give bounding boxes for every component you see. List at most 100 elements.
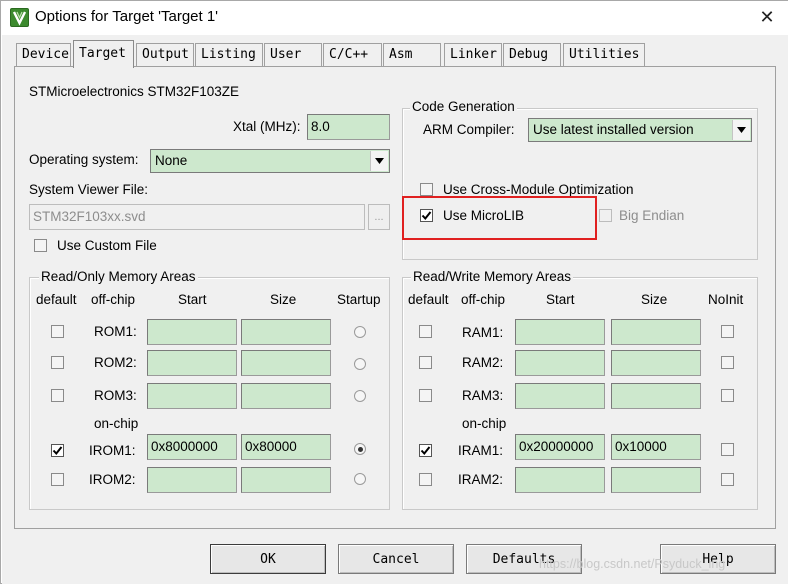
cancel-button[interactable]: Cancel [338, 544, 454, 574]
rom1-default-checkbox[interactable] [51, 325, 64, 338]
ram1-start-input[interactable] [515, 319, 605, 345]
ram2-label: RAM2: [462, 355, 504, 370]
ram2-size-input[interactable] [611, 350, 701, 376]
tab-label: User [270, 47, 302, 62]
ram2-default-checkbox[interactable] [419, 356, 432, 369]
tab-label: Output [142, 47, 189, 62]
arm-compiler-select[interactable]: Use latest installed version [528, 118, 752, 142]
rom1-size-input[interactable] [241, 319, 331, 345]
ram3-noinit-checkbox[interactable] [721, 389, 734, 402]
irom1-label: IROM1: [89, 443, 136, 458]
iram1-start-input[interactable]: 0x20000000 [515, 434, 605, 460]
tab-listing[interactable]: Listing [195, 43, 263, 67]
tab-label: Target [79, 46, 126, 61]
rom1-start-input[interactable] [147, 319, 237, 345]
rom3-startup-radio[interactable] [354, 390, 366, 402]
ro-header-startup: Startup [337, 292, 381, 307]
iram1-default-checkbox[interactable] [419, 444, 432, 457]
rw-header-size: Size [641, 292, 668, 307]
chevron-down-icon[interactable] [732, 120, 750, 140]
rom2-size-input[interactable] [241, 350, 331, 376]
tab-label: Utilities [569, 47, 640, 62]
cross-module-label: Use Cross-Module Optimization [443, 182, 634, 197]
iram2-start-input[interactable] [515, 467, 605, 493]
ro-header-default: default [36, 292, 77, 307]
tab-linker[interactable]: Linker [444, 43, 502, 67]
rw-onchip-label: on-chip [462, 416, 507, 431]
cross-module-checkbox[interactable] [420, 183, 433, 196]
use-custom-file-checkbox[interactable] [34, 239, 47, 252]
tab-debug[interactable]: Debug [503, 43, 561, 67]
tab-label: Linker [450, 47, 497, 62]
rom3-default-checkbox[interactable] [51, 389, 64, 402]
svd-browse-button[interactable]: ... [368, 204, 390, 230]
tab-device[interactable]: Device [16, 43, 71, 67]
ram3-size-input[interactable] [611, 383, 701, 409]
rom1-startup-radio[interactable] [354, 326, 366, 338]
ram2-noinit-checkbox[interactable] [721, 356, 734, 369]
ram2-start-input[interactable] [515, 350, 605, 376]
iram1-size-input[interactable]: 0x10000 [611, 434, 701, 460]
window-title: Options for Target 'Target 1' [35, 8, 219, 25]
irom1-size-input[interactable]: 0x80000 [241, 434, 331, 460]
xtal-label: Xtal (MHz): [233, 119, 301, 134]
tab-label: Asm [389, 47, 413, 62]
ram3-start-input[interactable] [515, 383, 605, 409]
radio-selected-dot [357, 446, 363, 452]
keil-uvision-icon [10, 8, 29, 27]
big-endian-checkbox[interactable] [599, 209, 612, 222]
tab-c-cpp[interactable]: C/C++ [323, 43, 382, 67]
tab-output[interactable]: Output [136, 43, 194, 67]
iram2-noinit-checkbox[interactable] [721, 473, 734, 486]
irom2-size-input[interactable] [241, 467, 331, 493]
tab-user[interactable]: User [264, 43, 322, 67]
use-custom-file-label: Use Custom File [57, 238, 157, 253]
close-button[interactable]: ✕ [745, 1, 788, 33]
big-endian-label: Big Endian [619, 208, 685, 223]
tab-asm[interactable]: Asm [383, 43, 441, 67]
ram1-size-input[interactable] [611, 319, 701, 345]
xtal-input[interactable]: 8.0 [307, 114, 390, 140]
rw-header-offchip: off-chip [461, 292, 506, 307]
irom2-startup-radio[interactable] [354, 473, 366, 485]
tab-label: C/C++ [329, 47, 369, 62]
tab-label: Device [22, 47, 69, 62]
irom2-default-checkbox[interactable] [51, 473, 64, 486]
device-name: STMicroelectronics STM32F103ZE [29, 84, 240, 99]
rom2-default-checkbox[interactable] [51, 356, 64, 369]
ram1-noinit-checkbox[interactable] [721, 325, 734, 338]
options-dialog: Options for Target 'Target 1' ✕ Device T… [0, 0, 788, 584]
title-bar[interactable]: Options for Target 'Target 1' ✕ [1, 1, 788, 35]
ok-button[interactable]: OK [210, 544, 326, 574]
rom3-size-input[interactable] [241, 383, 331, 409]
ram3-label: RAM3: [462, 388, 504, 403]
rom3-start-input[interactable] [147, 383, 237, 409]
tab-utilities[interactable]: Utilities [563, 43, 645, 67]
irom1-startup-radio[interactable] [354, 443, 366, 455]
irom1-default-checkbox[interactable] [51, 444, 64, 457]
irom1-start-input[interactable]: 0x8000000 [147, 434, 237, 460]
rom1-label: ROM1: [94, 324, 137, 339]
os-select[interactable]: None [150, 149, 390, 173]
ram3-default-checkbox[interactable] [419, 389, 432, 402]
browse-button-label: ... [374, 211, 384, 223]
tab-label: Listing [201, 47, 256, 62]
ram1-default-checkbox[interactable] [419, 325, 432, 338]
svd-label: System Viewer File: [29, 182, 149, 197]
rom2-startup-radio[interactable] [354, 358, 366, 370]
iram2-size-input[interactable] [611, 467, 701, 493]
iram2-default-checkbox[interactable] [419, 473, 432, 486]
irom2-label: IROM2: [89, 472, 136, 487]
chevron-down-icon[interactable] [370, 151, 388, 171]
rom2-start-input[interactable] [147, 350, 237, 376]
tab-label: Debug [509, 47, 549, 62]
ro-header-size: Size [270, 292, 297, 307]
watermark-text: https://blog.csdn.net/Psyduck_ing [539, 557, 726, 571]
tab-target[interactable]: Target [73, 40, 134, 68]
irom2-start-input[interactable] [147, 467, 237, 493]
iram2-label: IRAM2: [458, 472, 504, 487]
svd-file-input[interactable]: STM32F103xx.svd [29, 204, 365, 230]
cancel-button-label: Cancel [372, 551, 420, 567]
rw-header-default: default [408, 292, 449, 307]
iram1-noinit-checkbox[interactable] [721, 443, 734, 456]
